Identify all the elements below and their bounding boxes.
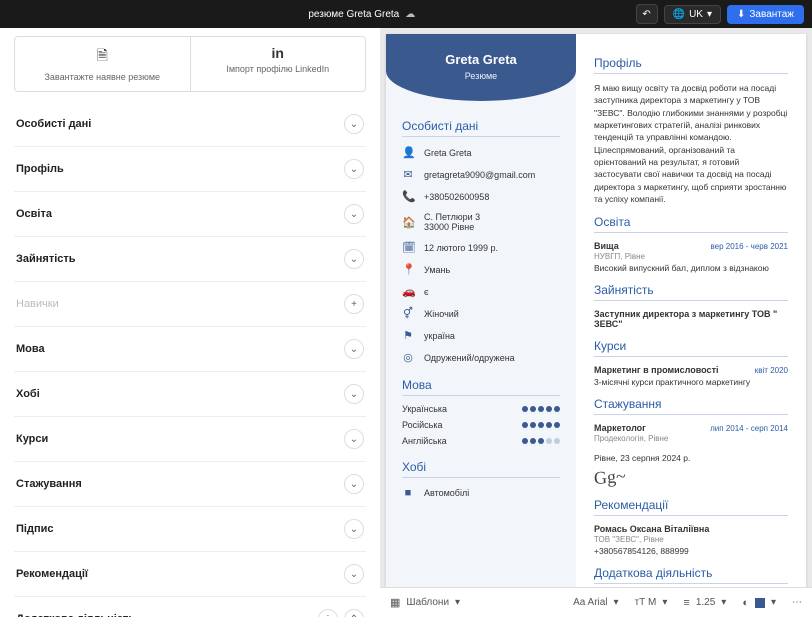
globe-icon: 🌐 [673,9,685,20]
linkedin-label: Імпорт профілю LinkedIn [226,64,329,74]
section-language[interactable]: Мова⌄ [14,327,366,372]
section-extra[interactable]: Додаткова діяльність i⌃ [14,597,366,617]
more-button[interactable]: ⋯ [792,597,802,608]
chevron-down-icon: ⌄ [344,159,364,179]
section-signature[interactable]: Підпис⌄ [14,507,366,552]
editor-panel: 🗎 Завантажте наявне резюме in Імпорт про… [0,28,380,617]
signature-date: Рівне, 23 серпня 2024 р. [594,453,788,463]
chevron-down-icon: ⌄ [344,204,364,224]
heading-education: Освіта [594,215,788,233]
paint-icon: ◐ [742,597,749,609]
skill-dots [522,422,560,428]
section-profile[interactable]: Профіль⌄ [14,147,366,192]
skill-dots [522,438,560,444]
file-icon: 🗎 [21,45,184,69]
language-row: Російська [402,420,560,430]
plus-icon: + [344,294,364,314]
text-size-select[interactable]: тТ M▾ [635,597,668,608]
person-icon: 👤 [402,146,414,159]
resume-header: Greta Greta Резюме [386,34,576,101]
top-bar: резюме Greta Greta ☁ ↶ 🌐UK▾ ⬇Завантаж [0,0,812,28]
calendar-icon: 🗓 [402,241,414,254]
heading-language: Мова [402,378,560,396]
chevron-down-icon: ▾ [721,597,726,608]
font-select[interactable]: Aa Arial▾ [573,597,619,608]
templates-button[interactable]: ▦Шаблони▾ [390,596,460,609]
heading-references: Рекомендації [594,498,788,516]
cloud-icon: ☁ [405,9,415,20]
chevron-down-icon: ⌄ [344,249,364,269]
language-row: Українська [402,404,560,414]
chevron-down-icon: ▾ [707,9,712,20]
resume-name: Greta Greta [396,52,566,67]
linkedin-icon: in [197,45,360,61]
ring-icon: ◎ [402,351,414,364]
heading-internship: Стажування [594,397,788,415]
chevron-down-icon: ⌄ [344,474,364,494]
language-row: Англійська [402,436,560,446]
section-internship[interactable]: Стажування⌄ [14,462,366,507]
download-icon: ⬇ [737,9,745,20]
resume-preview: Greta Greta Резюме Особисті дані 👤 Greta … [380,28,812,587]
heading-hobby: Хобі [402,460,560,478]
chevron-down-icon: ▾ [455,597,460,608]
chevron-down-icon: ⌄ [344,429,364,449]
skill-dots [522,406,560,412]
heading-courses: Курси [594,339,788,357]
chevron-down-icon: ⌄ [344,519,364,539]
chevron-down-icon: ⌄ [344,384,364,404]
resume-subtitle: Резюме [396,71,566,81]
car-icon: 🚗 [402,285,414,298]
home-icon: 🏠 [402,216,414,229]
gender-icon: ⚥ [402,307,414,320]
language-button[interactable]: 🌐UK▾ [664,5,721,24]
chevron-down-icon: ▾ [771,597,776,608]
section-employment[interactable]: Зайнятість⌄ [14,237,366,282]
download-top-button[interactable]: ⬇Завантаж [727,5,804,24]
upload-resume-button[interactable]: 🗎 Завантажте наявне резюме [15,37,190,91]
undo-button[interactable]: ↶ [636,4,658,24]
location-icon: 📍 [402,263,414,276]
heading-extra: Додаткова діяльність [594,566,788,584]
preview-toolbar: ▦Шаблони▾ Aa Arial▾ тТ M▾ ≡1.25▾ ◐▾ ⋯ [380,587,812,617]
chevron-down-icon: ⌄ [344,564,364,584]
heading-personal: Особисті дані [402,119,560,137]
signature-image: Gg~ [593,466,626,489]
section-references[interactable]: Рекомендації⌄ [14,552,366,597]
heading-profile: Профіль [594,56,788,74]
more-icon: ⋯ [792,597,802,608]
chevron-down-icon: ▾ [614,597,619,608]
upload-label: Завантажте наявне резюме [44,72,160,82]
import-linkedin-button[interactable]: in Імпорт профілю LinkedIn [190,37,366,91]
chevron-down-icon: ▾ [662,597,667,608]
bullet-icon: ■ [402,487,414,499]
section-personal[interactable]: Особисті дані⌄ [14,102,366,147]
section-hobby[interactable]: Хобі⌄ [14,372,366,417]
color-swatch [755,598,765,608]
mail-icon: ✉ [402,168,414,181]
chevron-down-icon: ⌄ [344,114,364,134]
phone-icon: 📞 [402,190,414,203]
section-courses[interactable]: Курси⌄ [14,417,366,462]
grid-icon: ▦ [390,596,400,609]
line-height-icon: ≡ [683,597,689,609]
profile-text: Я маю вищу освіту та досвід роботи на по… [594,82,788,205]
line-height-select[interactable]: ≡1.25▾ [683,597,726,609]
color-select[interactable]: ◐▾ [742,597,776,609]
info-icon[interactable]: i [318,609,338,617]
doc-title: резюме Greta Greta [308,9,399,20]
section-education[interactable]: Освіта⌄ [14,192,366,237]
section-skills[interactable]: Навички+ [14,282,366,327]
flag-icon: ⚑ [402,329,414,342]
heading-employment: Зайнятість [594,283,788,301]
chevron-up-icon[interactable]: ⌃ [344,609,364,617]
chevron-down-icon: ⌄ [344,339,364,359]
